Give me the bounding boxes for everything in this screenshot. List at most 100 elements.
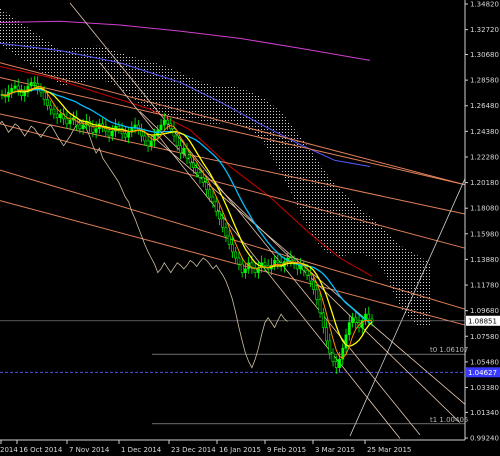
- candle-body: [42, 91, 46, 100]
- candle-body: [52, 108, 56, 115]
- candle-body: [123, 133, 127, 138]
- y-tick-label: 1.24380: [470, 128, 499, 136]
- y-tick-label: 1.20180: [470, 179, 499, 187]
- y-tick-label: 1.03380: [470, 384, 499, 392]
- candle-body: [240, 263, 244, 273]
- candle-body: [10, 88, 14, 93]
- candle-body: [195, 167, 199, 173]
- candle-body: [94, 128, 98, 133]
- x-tick-label: 16 Jan 2015: [219, 446, 261, 454]
- candle-body: [299, 264, 303, 270]
- candle-body: [58, 113, 62, 119]
- candle-body: [321, 312, 325, 328]
- candle-body: [231, 244, 234, 253]
- y-tick-label: 1.09680: [470, 307, 499, 315]
- y-tick-label: 1.30680: [470, 51, 499, 59]
- candle-body: [133, 124, 137, 128]
- candle-body: [227, 235, 231, 245]
- x-tick-label: 7 Nov 2014: [69, 446, 110, 454]
- candle-body: [49, 105, 53, 110]
- x-tick-label: 9 Feb 2015: [267, 446, 306, 454]
- candle-body: [192, 162, 195, 169]
- candle-body: [315, 289, 319, 300]
- candle-body: [331, 352, 335, 362]
- candle-body: [127, 132, 131, 138]
- y-tick-label: 1.34820: [470, 1, 499, 9]
- y-tick-label: 1.22280: [470, 153, 499, 161]
- y-tick-label: 1.26480: [470, 102, 499, 110]
- x-tick-label: 16 Oct 2014: [19, 446, 63, 454]
- candle-body: [179, 145, 182, 154]
- y-tick-label: 0.99240: [470, 435, 499, 443]
- candle-body: [351, 317, 354, 323]
- candle-body: [149, 140, 153, 147]
- candle-body: [78, 124, 82, 130]
- candle-body: [208, 189, 212, 198]
- y-tick-label: 1.11780: [470, 282, 499, 290]
- candle-body: [305, 269, 309, 276]
- candle-body: [146, 140, 150, 147]
- x-tick-label: 2014: [0, 446, 18, 454]
- candle-body: [201, 177, 205, 183]
- candle-body: [289, 257, 293, 261]
- candle-body: [55, 113, 59, 119]
- candle-body: [198, 172, 202, 178]
- candle-body: [221, 218, 225, 228]
- candle-body: [263, 262, 267, 266]
- candle-body: [81, 124, 85, 130]
- candle-body: [117, 125, 121, 129]
- candle-body: [29, 82, 33, 87]
- y-tick-label: 1.07580: [470, 333, 499, 341]
- candle-body: [328, 340, 332, 354]
- price-chart[interactable]: 1.34820 1.32720 1.30680 1.28580 1.26480 1.243…: [0, 0, 500, 456]
- candle-body: [211, 196, 215, 203]
- candle-body: [224, 227, 228, 237]
- y-tick-label: 1.15980: [470, 230, 499, 238]
- candle-body: [182, 147, 186, 154]
- y-tick-label: 1.28580: [470, 77, 499, 85]
- y-tick-label: 1.01340: [470, 409, 499, 417]
- y-tick-label: 1.18080: [470, 205, 499, 213]
- candle-body: [45, 99, 49, 106]
- candle-body: [334, 361, 338, 369]
- candle-body: [16, 85, 20, 91]
- candle-body: [338, 358, 341, 369]
- candle-body: [218, 211, 221, 220]
- candle-body: [214, 201, 218, 212]
- candle-body: [318, 299, 322, 314]
- x-tick-label: 1 Dec 2014: [121, 446, 162, 454]
- candle-body: [65, 118, 69, 125]
- x-tick-label: 25 Mar 2015: [367, 446, 411, 454]
- candle-body: [312, 280, 316, 290]
- candle-body: [344, 334, 348, 349]
- candle-body: [143, 135, 147, 142]
- fib-label-t1: t1 1.00405: [430, 416, 468, 424]
- candle-body: [159, 124, 163, 131]
- candle-body: [136, 124, 140, 131]
- y-tick-label: 1.13880: [470, 256, 499, 264]
- candle-body: [166, 119, 169, 125]
- y-tick-label: 1.32720: [470, 26, 499, 34]
- x-tick-label: 23 Dec 2014: [171, 446, 216, 454]
- candle-body: [23, 91, 27, 97]
- candle-body: [325, 327, 328, 342]
- candle-body: [205, 182, 208, 190]
- marker-price-label: 1.04627: [468, 369, 497, 377]
- candle-body: [188, 157, 192, 164]
- candle-body: [237, 257, 241, 265]
- candle-body: [308, 274, 312, 282]
- candle-body: [354, 317, 358, 323]
- candle-body: [162, 119, 166, 126]
- candle-body: [13, 85, 17, 89]
- candle-body: [276, 260, 280, 264]
- y-tick-label: 1.05480: [470, 358, 499, 366]
- candle-body: [367, 313, 371, 320]
- candle-body: [32, 82, 36, 84]
- fib-label-t0: t0 1.06107: [430, 346, 468, 354]
- candle-body: [175, 135, 179, 147]
- candle-body: [244, 268, 247, 273]
- bid-price-label: 1.08851: [468, 317, 497, 325]
- candle-body: [347, 322, 351, 336]
- x-tick-label: 3 Mar 2015: [315, 446, 355, 454]
- candle-body: [234, 251, 238, 259]
